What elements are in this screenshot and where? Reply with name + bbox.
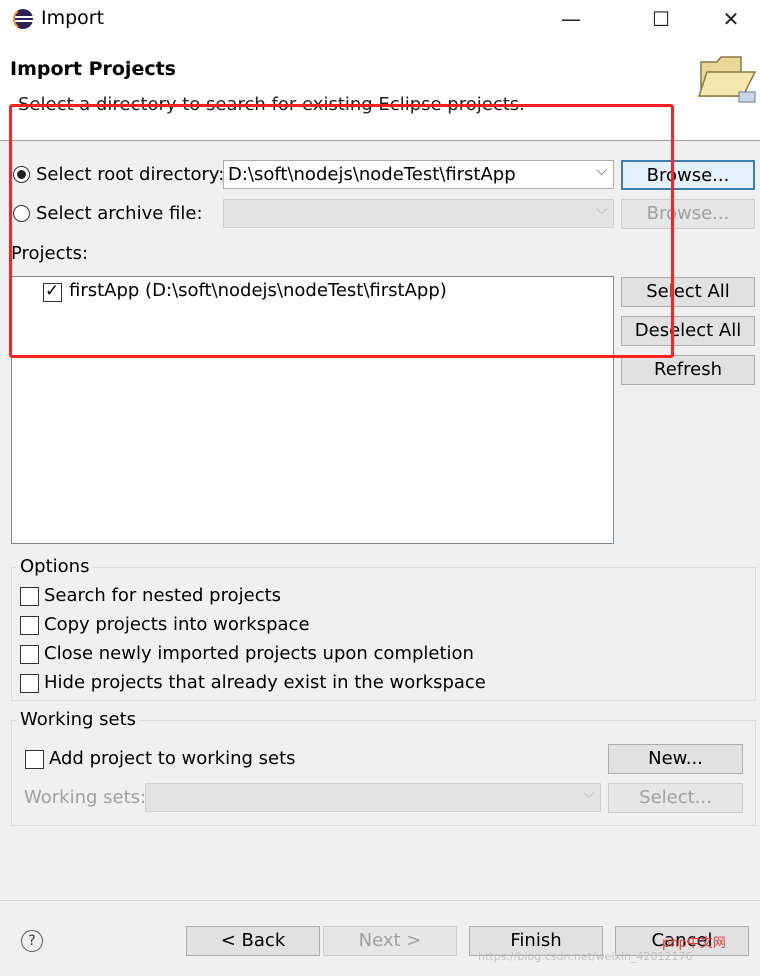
close-projects-label[interactable]: Close newly imported projects upon compl… (44, 643, 474, 664)
nested-projects-checkbox[interactable] (20, 587, 39, 606)
eclipse-icon (12, 8, 34, 30)
close-projects-checkbox[interactable] (20, 645, 39, 664)
options-legend: Options (16, 556, 94, 577)
folder-open-icon (697, 48, 757, 104)
minimize-button[interactable]: — (548, 4, 594, 34)
page-title: Import Projects (10, 58, 176, 80)
new-working-set-button[interactable]: New... (608, 744, 743, 774)
chevron-down-icon: ⌵ (583, 786, 594, 802)
hide-projects-label[interactable]: Hide projects that already exist in the … (44, 672, 486, 693)
working-sets-legend: Working sets (16, 709, 141, 730)
window-title: Import (41, 7, 105, 29)
working-sets-label: Working sets: (24, 787, 147, 808)
site-logo: php中文网 (662, 936, 726, 951)
close-button[interactable]: ✕ (708, 4, 754, 34)
add-working-sets-label[interactable]: Add project to working sets (49, 748, 296, 769)
footer-separator (0, 900, 760, 901)
maximize-button[interactable]: ☐ (638, 4, 684, 34)
working-sets-combo: ⌵ (145, 783, 601, 812)
select-working-set-button: Select... (608, 783, 743, 813)
help-icon[interactable]: ? (21, 930, 43, 952)
hide-projects-checkbox[interactable] (20, 674, 39, 693)
back-button[interactable]: < Back (186, 926, 320, 956)
copy-projects-label[interactable]: Copy projects into workspace (44, 614, 310, 635)
refresh-button[interactable]: Refresh (621, 355, 755, 385)
copy-projects-checkbox[interactable] (20, 616, 39, 635)
watermark-text: https://blog.csdn.net/weixin_42812176 (478, 950, 693, 963)
annotation-highlight (9, 104, 674, 358)
next-button: Next > (323, 926, 457, 956)
add-working-sets-checkbox[interactable] (25, 750, 44, 769)
nested-projects-label[interactable]: Search for nested projects (44, 585, 281, 606)
